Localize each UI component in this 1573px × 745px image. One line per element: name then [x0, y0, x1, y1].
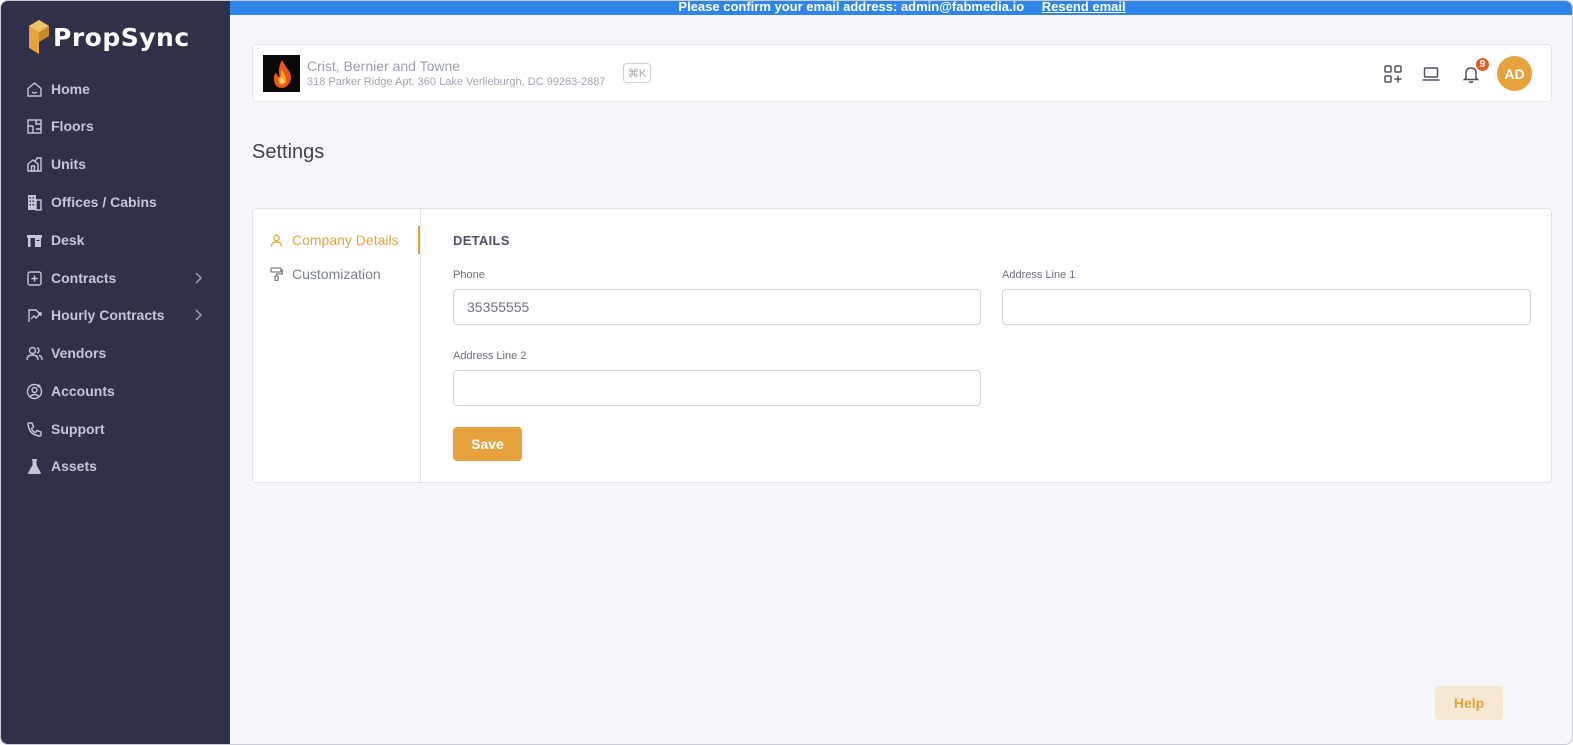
tab-company-details[interactable]: Company Details [253, 226, 420, 254]
address-line-1-field[interactable] [1002, 289, 1531, 325]
sidebar-item-hourly-contracts[interactable]: Hourly Contracts [1, 297, 230, 333]
sidebar-item-label: Vendors [51, 345, 107, 361]
phone-field[interactable] [453, 289, 981, 325]
user-avatar[interactable]: AD [1497, 56, 1532, 91]
chevron-right-icon [194, 271, 203, 289]
settings-panel: Company Details Customization DETAILS Ph… [252, 208, 1552, 483]
help-button[interactable]: Help [1435, 686, 1503, 720]
notification-count-badge: 9 [1475, 57, 1490, 72]
sidebar-item-contracts[interactable]: Contracts [1, 260, 230, 296]
sidebar-item-vendors[interactable]: Vendors [1, 335, 230, 371]
sidebar-item-home[interactable]: Home [1, 71, 230, 107]
app-window: PropSync Home Floors Units Offices / Cab… [0, 0, 1573, 745]
sidebar-item-label: Support [51, 421, 105, 437]
chevron-right-icon [194, 308, 203, 326]
section-title: DETAILS [453, 233, 510, 248]
units-icon [25, 155, 43, 173]
tab-label: Customization [292, 266, 381, 282]
contract-icon [25, 269, 43, 287]
sidebar-item-label: Hourly Contracts [51, 307, 165, 323]
email-confirm-banner: Please confirm your email address: admin… [230, 1, 1572, 15]
panel-divider [420, 209, 421, 482]
phone-icon [25, 420, 43, 438]
paint-roller-icon [269, 267, 283, 281]
apps-add-icon[interactable] [1382, 63, 1404, 85]
flame-icon [273, 59, 291, 88]
sidebar-item-assets[interactable]: Assets [1, 448, 230, 484]
address-line-2-label: Address Line 2 [453, 350, 527, 362]
sidebar-item-units[interactable]: Units [1, 146, 230, 182]
sidebar-item-support[interactable]: Support [1, 411, 230, 447]
sidebar-item-label: Assets [51, 458, 97, 474]
app-name: PropSync [53, 22, 190, 52]
sidebar-item-label: Units [51, 156, 86, 172]
tab-label: Company Details [292, 232, 399, 248]
building-icon [25, 193, 43, 211]
sidebar-item-label: Home [51, 81, 90, 97]
save-button[interactable]: Save [453, 427, 522, 461]
sidebar-item-desk[interactable]: Desk [1, 222, 230, 258]
sidebar-item-label: Floors [51, 118, 94, 134]
phone-label: Phone [453, 269, 485, 281]
company-address: 318 Parker Ridge Apt. 360 Lake Verliebur… [307, 76, 606, 88]
sidebar: PropSync Home Floors Units Offices / Cab… [1, 1, 230, 744]
tab-customization[interactable]: Customization [253, 260, 420, 288]
sidebar-item-accounts[interactable]: Accounts [1, 373, 230, 409]
sidebar-item-label: Desk [51, 232, 85, 248]
page-title: Settings [252, 141, 325, 163]
command-shortcut-badge[interactable]: ⌘K [623, 63, 651, 83]
hourly-contract-icon [25, 306, 43, 324]
banner-message: Please confirm your email address: admin… [678, 1, 1025, 14]
app-logo[interactable]: PropSync [27, 19, 190, 55]
company-name[interactable]: Crist, Bernier and Towne [307, 58, 460, 74]
top-header: Crist, Bernier and Towne 318 Parker Ridg… [252, 44, 1552, 102]
home-icon [25, 80, 43, 98]
floorplan-icon [25, 117, 43, 135]
sidebar-item-floors[interactable]: Floors [1, 108, 230, 144]
company-logo[interactable] [263, 55, 300, 92]
address-line-1-label: Address Line 1 [1002, 269, 1076, 281]
flask-icon [25, 457, 43, 475]
users-icon [25, 344, 43, 362]
sidebar-item-label: Contracts [51, 270, 117, 286]
sidebar-item-offices[interactable]: Offices / Cabins [1, 184, 230, 220]
user-icon [269, 233, 283, 247]
laptop-icon[interactable] [1420, 63, 1442, 85]
sidebar-item-label: Offices / Cabins [51, 194, 157, 210]
address-line-2-field[interactable] [453, 370, 981, 406]
account-icon [25, 382, 43, 400]
propsync-logo-icon [29, 20, 49, 54]
desk-icon [25, 231, 43, 249]
sidebar-item-label: Accounts [51, 383, 115, 399]
resend-email-link[interactable]: Resend email [1042, 1, 1126, 14]
